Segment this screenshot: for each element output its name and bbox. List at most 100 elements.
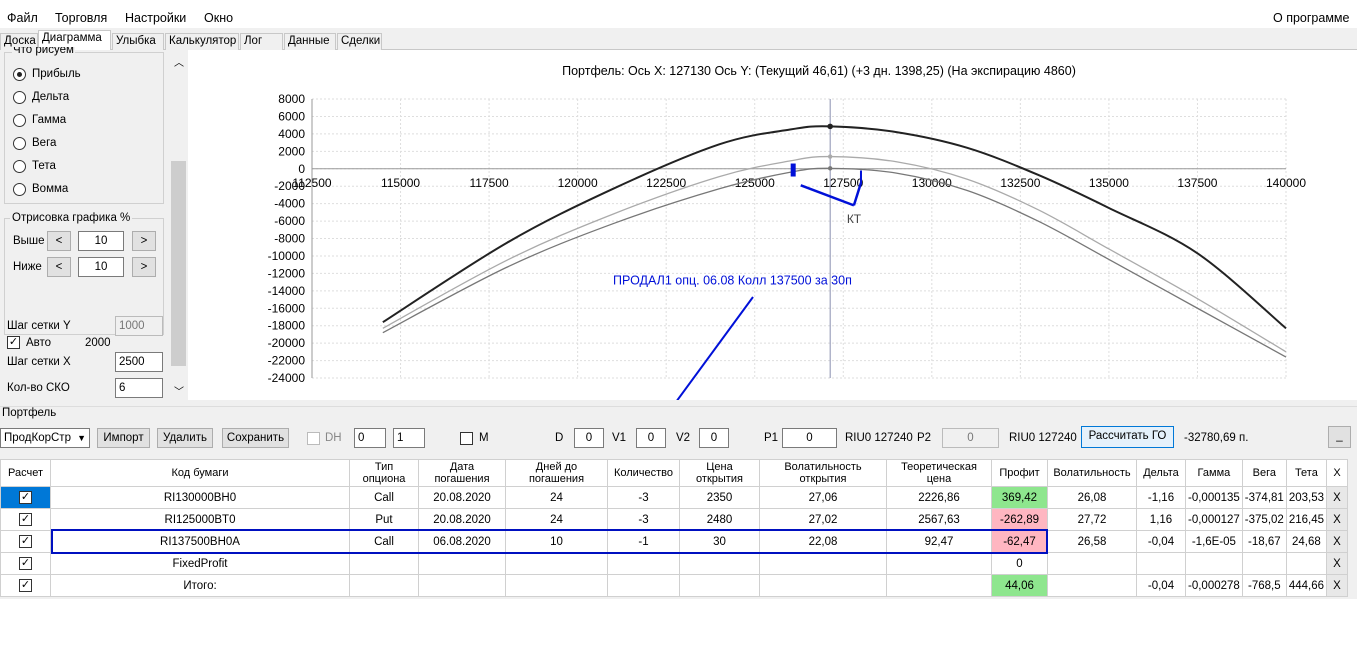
calc-checkbox[interactable]: ✓: [19, 491, 32, 504]
col-header[interactable]: Цена открытия: [679, 459, 760, 487]
delete-row-button[interactable]: X: [1326, 574, 1348, 597]
above-increase-button[interactable]: >: [132, 231, 156, 251]
tab-smile[interactable]: Улыбка: [112, 33, 164, 50]
col-header[interactable]: Код бумаги: [50, 459, 350, 487]
radio-dot[interactable]: [13, 159, 26, 173]
m-checkbox[interactable]: [460, 432, 473, 445]
radio-vomma[interactable]: Вомма: [13, 181, 68, 197]
d-input[interactable]: 0: [574, 428, 604, 448]
menu-window[interactable]: Окно: [204, 11, 233, 25]
calc-checkbox-cell[interactable]: ✓: [0, 552, 51, 575]
p2-input[interactable]: 0: [942, 428, 999, 448]
radio-dot[interactable]: [13, 182, 26, 196]
above-decrease-button[interactable]: <: [47, 231, 71, 251]
menu-file[interactable]: Файл: [7, 11, 38, 25]
spin-1[interactable]: 0: [354, 428, 386, 448]
radio-dot[interactable]: [13, 90, 26, 104]
radio-vega[interactable]: Вега: [13, 135, 56, 151]
col-header[interactable]: Вега: [1241, 459, 1287, 487]
calc-checkbox[interactable]: ✓: [19, 557, 32, 570]
tab-data[interactable]: Данные: [284, 33, 336, 50]
col-header[interactable]: Волатильность: [1047, 459, 1137, 487]
calc-checkbox[interactable]: ✓: [19, 579, 32, 592]
table-cell: 444,66: [1285, 574, 1328, 597]
below-decrease-button[interactable]: <: [47, 257, 71, 277]
radio-profit[interactable]: Прибыль: [13, 66, 81, 82]
p1-input[interactable]: 0: [782, 428, 837, 448]
below-increase-button[interactable]: >: [132, 257, 156, 277]
col-header[interactable]: X: [1326, 459, 1348, 487]
radio-delta[interactable]: Дельта: [13, 89, 69, 105]
col-header[interactable]: Расчет: [0, 459, 51, 487]
y-tick-label: -12000: [268, 266, 306, 280]
auto-checkbox[interactable]: ✓: [7, 336, 20, 349]
col-header[interactable]: Количество: [607, 459, 680, 487]
table-row[interactable]: ✓ Итого: 44,06 -0,04 -0,000278 -768,5 444,66 X: [0, 574, 1348, 597]
table-cell: 26,08: [1047, 486, 1137, 509]
table-cell: [1136, 552, 1186, 575]
col-header[interactable]: Дата погашения: [418, 459, 506, 487]
col-header[interactable]: Волатильность открытия: [759, 459, 887, 487]
dh-checkbox[interactable]: [307, 432, 320, 445]
table-row[interactable]: ✓ FixedProfit 0 X: [0, 552, 1348, 575]
tab-calculator[interactable]: Калькулятор: [165, 33, 239, 50]
col-header[interactable]: Гамма: [1185, 459, 1243, 487]
delete-button[interactable]: Удалить: [157, 428, 213, 448]
import-button[interactable]: Импорт: [97, 428, 150, 448]
v2-input[interactable]: 0: [699, 428, 729, 448]
draw-range-title: Отрисовка графика %: [10, 212, 133, 224]
radio-theta[interactable]: Тета: [13, 158, 56, 174]
table-cell: 27,06: [759, 486, 887, 509]
portfolio-combo[interactable]: ПродКорСтр ▼: [0, 428, 90, 448]
col-header[interactable]: Профит: [991, 459, 1048, 487]
calc-checkbox[interactable]: ✓: [19, 535, 32, 548]
col-header[interactable]: Тип опциона: [349, 459, 419, 487]
radio-dot[interactable]: [13, 136, 26, 150]
above-input[interactable]: 10: [78, 231, 124, 251]
radio-dot[interactable]: [13, 67, 26, 81]
col-header[interactable]: Теоретическая цена: [886, 459, 992, 487]
calculate-go-button[interactable]: Рассчитать ГО: [1081, 426, 1174, 448]
calc-checkbox-cell[interactable]: ✓: [0, 530, 51, 553]
minimize-button[interactable]: _: [1328, 426, 1351, 448]
table-row[interactable]: ✓ RI125000BT0 Put 20.08.2020 24 -3 2480 27,02 25…: [0, 508, 1348, 531]
below-label: Ниже: [13, 261, 42, 273]
table-cell: [1047, 552, 1137, 575]
below-input[interactable]: 10: [78, 257, 124, 277]
table-row[interactable]: ✓ RI137500BH0A Call 06.08.2020 10 -1 30 22,08 92…: [0, 530, 1348, 553]
col-header[interactable]: Дельта: [1136, 459, 1186, 487]
calc-checkbox-cell[interactable]: ✓: [0, 486, 51, 509]
tab-deals[interactable]: Сделки: [337, 33, 382, 50]
grid-x-input[interactable]: 2500: [115, 352, 163, 372]
menu-settings[interactable]: Настройки: [125, 11, 186, 25]
y-tick-label: -18000: [268, 319, 306, 333]
col-header[interactable]: Дней до погашения: [505, 459, 608, 487]
menu-trade[interactable]: Торговля: [55, 11, 107, 25]
delete-row-button[interactable]: X: [1326, 552, 1348, 575]
table-cell: Итого:: [50, 574, 350, 597]
table-cell: Call: [349, 486, 419, 509]
delete-row-button[interactable]: X: [1326, 486, 1348, 509]
left-panel-scrollbar[interactable]: ︿ ﹀: [170, 53, 187, 398]
table-cell: -0,000135: [1185, 486, 1243, 509]
radio-dot[interactable]: [13, 113, 26, 127]
menu-about[interactable]: О программе: [1273, 11, 1349, 25]
grid-y-label: Шаг сетки Y: [7, 320, 71, 332]
scroll-down-icon[interactable]: ﹀: [174, 383, 184, 398]
v1-input[interactable]: 0: [636, 428, 666, 448]
grid-y-input[interactable]: 1000: [115, 316, 163, 336]
col-header[interactable]: Тета: [1285, 459, 1328, 487]
scroll-thumb[interactable]: [171, 161, 186, 366]
delete-row-button[interactable]: X: [1326, 530, 1348, 553]
calc-checkbox[interactable]: ✓: [19, 513, 32, 526]
scroll-up-icon[interactable]: ︿: [174, 54, 184, 69]
calc-checkbox-cell[interactable]: ✓: [0, 508, 51, 531]
radio-gamma[interactable]: Гамма: [13, 112, 66, 128]
spin-2[interactable]: 1: [393, 428, 425, 448]
sko-input[interactable]: 6: [115, 378, 163, 398]
calc-checkbox-cell[interactable]: ✓: [0, 574, 51, 597]
tab-log[interactable]: Лог: [240, 33, 283, 50]
table-row[interactable]: ✓ RI130000BH0 Call 20.08.2020 24 -3 2350 27,06 2…: [0, 486, 1348, 509]
delete-row-button[interactable]: X: [1326, 508, 1348, 531]
save-button[interactable]: Сохранить: [222, 428, 289, 448]
